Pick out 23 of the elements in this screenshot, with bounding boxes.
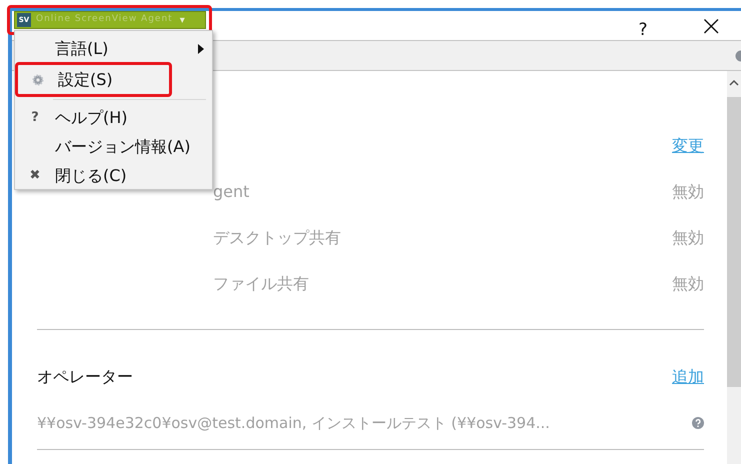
gear-icon xyxy=(32,74,44,86)
operator-entry: ¥¥osv-394e32c0¥osv@test.domain, インストールテスト (¥¥osv-394... xyxy=(37,412,550,434)
section-title: オペレーター xyxy=(37,366,133,388)
setting-label: デスクトップ共有 xyxy=(212,227,341,249)
help-icon xyxy=(692,417,704,429)
menu-item[interactable]: ? ヘルプ(H) xyxy=(15,103,212,132)
menu-item[interactable]: バージョン情報(A) xyxy=(15,132,212,161)
submenu-arrow-icon xyxy=(198,44,204,54)
menu-item[interactable]: ✖ 閉じる(C) xyxy=(15,161,212,190)
setting-value: 無効 xyxy=(672,227,704,249)
setting-value: 無効 xyxy=(672,181,704,203)
close-button[interactable]: × xyxy=(700,12,723,40)
setting-label: ファイル共有 xyxy=(212,273,309,295)
menu-item[interactable]: 設定(S) xyxy=(18,65,169,94)
setting-label: gent xyxy=(212,181,250,203)
help-button[interactable]: ? xyxy=(638,22,648,39)
info-icon xyxy=(733,50,741,62)
menu-glyph: ? xyxy=(31,108,39,127)
setting-value: 無効 xyxy=(672,273,704,295)
scrollbar[interactable] xyxy=(727,71,741,464)
menu-item[interactable]: 言語(L) xyxy=(15,34,212,63)
menu-glyph: ✖ xyxy=(30,166,40,185)
scrollbar-thumb[interactable] xyxy=(727,97,741,387)
